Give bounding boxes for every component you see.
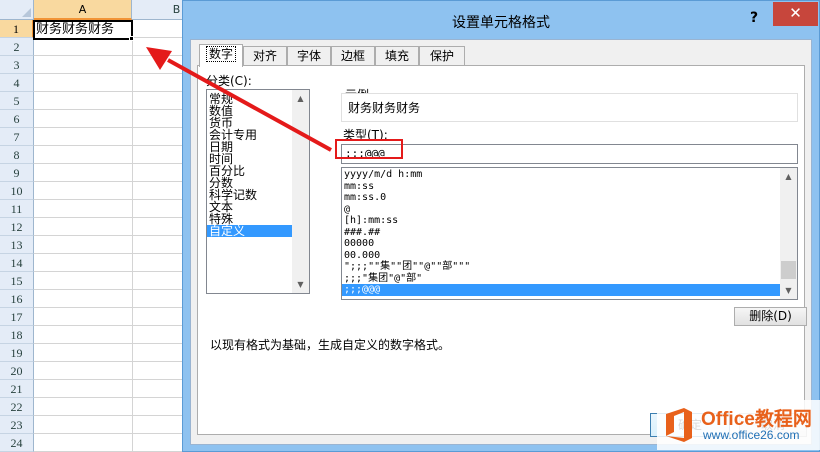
cell-a1[interactable]: 财务财务财务 (33, 20, 133, 40)
category-label: 分类(C): (206, 74, 252, 88)
tab-protection[interactable]: 保护 (419, 46, 465, 66)
format-code-item[interactable]: ;;;"集团"@"部" (344, 273, 422, 285)
gridline (34, 325, 184, 326)
row-header[interactable]: 15 (0, 272, 34, 290)
row-header[interactable]: 17 (0, 308, 34, 326)
scroll-up-icon[interactable]: ▲ (780, 168, 797, 185)
gridline (34, 127, 184, 128)
fill-handle[interactable] (129, 36, 134, 41)
dialog-titlebar[interactable]: 设置单元格格式 ? ✕ (183, 1, 819, 39)
gridline (132, 20, 133, 452)
row-header[interactable]: 9 (0, 164, 34, 182)
format-cells-dialog: 设置单元格格式 ? ✕ 数字 对齐 字体 边框 填充 保护 分类(C): 常规数… (182, 0, 820, 452)
scroll-down-icon[interactable]: ▼ (780, 282, 797, 299)
tab-fill[interactable]: 填充 (375, 46, 419, 66)
row-header[interactable]: 16 (0, 290, 34, 308)
number-tab-panel: 分类(C): 常规 数值 货币 会计专用 日期 时间 百分比 分数 科学记数 文本 特殊 自定义 ▲ … (197, 65, 807, 435)
row-header[interactable]: 3 (0, 56, 34, 74)
dialog-client-area: 数字 对齐 字体 边框 填充 保护 分类(C): 常规 数值 货币 会计专用 日期 时间百… (190, 39, 812, 445)
format-code-list[interactable]: yyyy/m/d h:mm mm:ss mm:ss.0 @ [h]:mm:ss ###.#… (341, 167, 798, 300)
tab-font[interactable]: 字体 (287, 46, 331, 66)
sample-value: 财务财务财务 (348, 101, 421, 115)
row-header[interactable]: 14 (0, 254, 34, 272)
gridline (34, 145, 184, 146)
row-header[interactable]: 1 (0, 20, 34, 38)
row-header[interactable]: 4 (0, 74, 34, 92)
tab-border[interactable]: 边框 (331, 46, 375, 66)
gridline (34, 343, 184, 344)
column-header-a[interactable]: A (34, 0, 132, 20)
scrollbar-thumb[interactable] (781, 261, 796, 279)
row-header[interactable]: 12 (0, 218, 34, 236)
gridline (34, 91, 184, 92)
format-code-item[interactable]: ;;;@@@ (342, 284, 780, 296)
row-header[interactable]: 19 (0, 344, 34, 362)
gridline (34, 415, 184, 416)
category-scrollbar[interactable]: ▲ ▼ (292, 90, 309, 293)
office-logo-icon (666, 408, 692, 442)
row-header[interactable]: 2 (0, 38, 34, 56)
gridline (34, 289, 184, 290)
format-code-item[interactable]: [h]:mm:ss (344, 215, 398, 227)
row-header[interactable]: 7 (0, 128, 34, 146)
gridline (34, 55, 184, 56)
format-code-item[interactable]: 00000 (344, 238, 374, 250)
help-button[interactable]: ? (743, 7, 765, 29)
tab-alignment[interactable]: 对齐 (243, 46, 287, 66)
delete-button[interactable]: 删除(D) (734, 307, 807, 326)
dialog-title: 设置单元格格式 (452, 15, 550, 31)
format-code-item[interactable]: ";;;""集""团""@""部""" (344, 261, 470, 273)
row-header[interactable]: 18 (0, 326, 34, 344)
watermark-url: www.office26.com (703, 428, 800, 442)
gridline (34, 271, 184, 272)
tab-number[interactable]: 数字 (199, 44, 243, 67)
row-header[interactable]: 20 (0, 362, 34, 380)
gridline (34, 163, 184, 164)
gridline (34, 217, 184, 218)
format-code-item[interactable]: yyyy/m/d h:mm (344, 169, 422, 181)
select-all-corner[interactable] (0, 0, 34, 20)
gridline (34, 199, 184, 200)
gridline (34, 109, 184, 110)
watermark-title: Office教程网 (701, 409, 812, 430)
gridline (34, 235, 184, 236)
row-header[interactable]: 23 (0, 416, 34, 434)
gridline (34, 73, 184, 74)
row-header[interactable]: 5 (0, 92, 34, 110)
scroll-up-icon[interactable]: ▲ (292, 90, 309, 107)
category-list[interactable]: 常规 数值 货币 会计专用 日期 时间 百分比 分数 科学记数 文本 特殊 自定义 ▲ ▼ (206, 89, 310, 294)
gridline (34, 379, 184, 380)
format-code-item[interactable]: ###.## (344, 227, 380, 239)
row-header[interactable]: 8 (0, 146, 34, 164)
gridline (34, 433, 184, 434)
format-code-item[interactable]: mm:ss (344, 181, 374, 193)
scroll-down-icon[interactable]: ▼ (292, 276, 309, 293)
gridline (34, 361, 184, 362)
type-input[interactable]: ;;;@@@ (341, 144, 798, 164)
gridline (34, 307, 184, 308)
close-button[interactable]: ✕ (773, 2, 818, 26)
row-header[interactable]: 22 (0, 398, 34, 416)
sample-box: 财务财务财务 (341, 93, 798, 122)
watermark: Office教程网 www.office26.com (657, 400, 820, 450)
format-code-item[interactable]: @ (344, 204, 350, 216)
row-header[interactable]: 11 (0, 200, 34, 218)
row-header[interactable]: 24 (0, 434, 34, 452)
gridline (34, 397, 184, 398)
row-header[interactable]: 21 (0, 380, 34, 398)
hint-text: 以现有格式为基础，生成自定义的数字格式。 (210, 338, 451, 352)
row-header[interactable]: 10 (0, 182, 34, 200)
row-header[interactable]: 13 (0, 236, 34, 254)
format-code-item[interactable]: mm:ss.0 (344, 192, 386, 204)
gridline (34, 181, 184, 182)
row-header[interactable]: 6 (0, 110, 34, 128)
type-label: 类型(T): (343, 128, 388, 142)
format-list-scrollbar[interactable]: ▲ ▼ (780, 168, 797, 299)
format-code-item[interactable]: 00.000 (344, 250, 380, 262)
tab-label: 数字 (205, 46, 236, 62)
gridline (34, 253, 184, 254)
